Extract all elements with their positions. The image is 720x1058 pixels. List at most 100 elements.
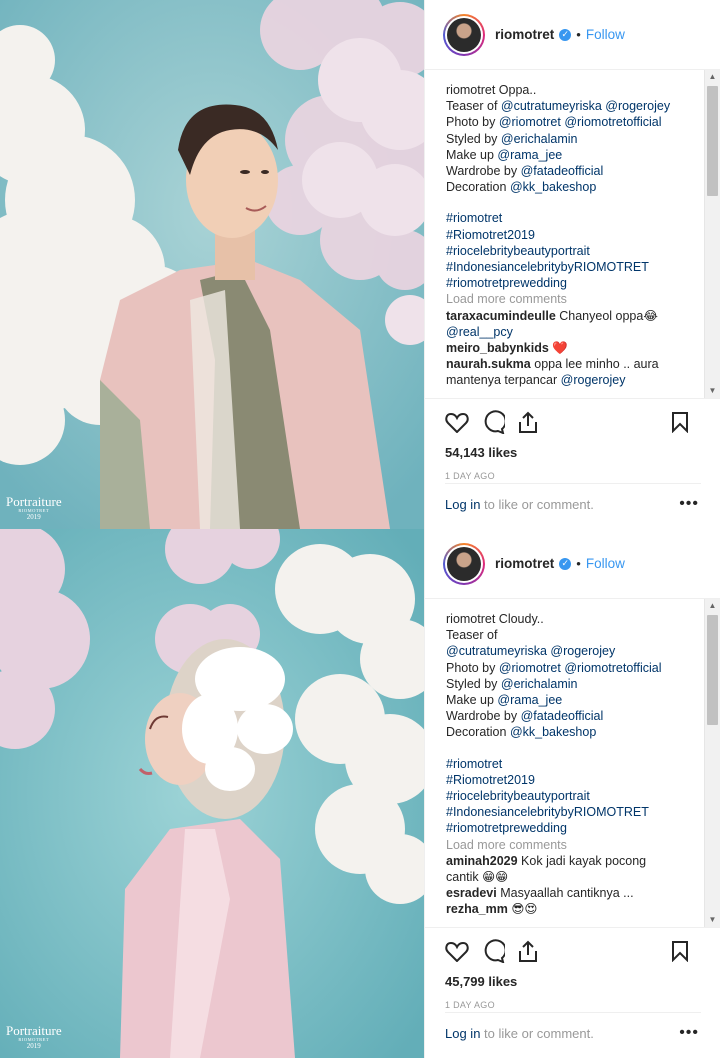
scroll-up-arrow-icon[interactable]: ▲ (705, 70, 720, 84)
scroll-down-arrow-icon[interactable]: ▼ (705, 384, 720, 398)
mention-link[interactable]: @rama_jee (497, 693, 562, 707)
post-actions: 54,143 likes 1 DAY AGO Log in to like or… (425, 398, 720, 529)
mention-link[interactable]: @erichalamin (501, 677, 578, 691)
divider (445, 1012, 701, 1013)
follow-button[interactable]: Follow (586, 556, 625, 571)
scroll-down-arrow-icon[interactable]: ▼ (705, 913, 720, 927)
comment-text: ❤️ (548, 341, 568, 356)
more-options-icon[interactable]: ••• (679, 1024, 699, 1042)
comment-text: oppa lee minho .. aura (530, 357, 659, 372)
load-more-comments-button[interactable]: Load more comments (446, 838, 567, 852)
mention-link[interactable]: @erichalamin (501, 132, 578, 146)
mention-link[interactable]: @cutratumeyriska (501, 99, 602, 113)
comment-line: Photo by @riomotret @riomotretofficial (446, 114, 703, 130)
comment-line: Load more comments (446, 837, 703, 853)
comment-line: #IndonesiancelebritybyRIOMOTRET (446, 804, 703, 820)
username[interactable]: riomotret (495, 556, 554, 571)
comments-scrollbar[interactable]: ▲ ▼ (704, 599, 720, 927)
post-photo-man-clouds[interactable]: Portraiture RIOMOTRET 2019 (0, 0, 424, 529)
hashtag-link[interactable]: #riomotret (446, 211, 502, 225)
separator-dot: • (576, 27, 581, 42)
mention-link[interactable]: @fatadeofficial (521, 164, 604, 178)
commenter-username[interactable]: meiro_babynkids (446, 341, 549, 355)
avatar-image (447, 546, 481, 581)
login-link[interactable]: Log in (445, 497, 480, 512)
mention-link[interactable]: @rogerojey (561, 373, 626, 387)
post-1: Portraiture RIOMOTRET 2019 riomotret ✓ •… (0, 0, 720, 529)
hashtag-link[interactable]: #riocelebritybeautyportrait (446, 244, 590, 258)
comment-line: aminah2029 Kok jadi kayak pocong (446, 853, 703, 869)
post-side-panel: riomotret ✓ • Follow riomotret Oppa.. Tea… (424, 0, 720, 529)
comments-list: riomotret Oppa.. Teaser of @cutratumeyris… (425, 70, 720, 398)
mention-link[interactable]: @cutratumeyriska (446, 644, 547, 658)
post-side-panel: riomotret ✓ • Follow riomotret Cloudy.. T… (424, 529, 720, 1058)
photo-illustration (0, 0, 424, 529)
hashtag-link[interactable]: #riomotretprewedding (446, 276, 567, 290)
comment-line: Make up @rama_jee (446, 147, 703, 163)
comment-line: Decoration @kk_bakeshop (446, 724, 703, 740)
verified-badge-icon: ✓ (559, 28, 572, 41)
avatar-image (447, 17, 481, 52)
comment-text: cantik 😁😁 (446, 870, 509, 885)
comment-icon[interactable] (481, 939, 505, 963)
mention-link[interactable]: @rogerojey (605, 99, 670, 113)
share-icon[interactable] (517, 410, 539, 434)
separator-dot: • (576, 556, 581, 571)
mention-link[interactable]: @rama_jee (497, 148, 562, 162)
mention-link[interactable]: @riomotretofficial (564, 661, 661, 675)
follow-button[interactable]: Follow (586, 27, 625, 42)
mention-link[interactable]: @rogerojey (550, 644, 615, 658)
mention-link[interactable]: @riomotretofficial (564, 115, 661, 129)
comment-line: #riomotretprewedding (446, 820, 703, 836)
mention-link[interactable]: @kk_bakeshop (510, 725, 596, 739)
post-time: 1 DAY AGO (445, 471, 495, 481)
mention-link[interactable]: @real__pcy (446, 325, 513, 339)
heart-icon[interactable] (445, 940, 469, 962)
hashtag-link[interactable]: #IndonesiancelebritybyRIOMOTRET (446, 260, 649, 274)
caption-gap (446, 741, 703, 756)
likes-count[interactable]: 45,799 likes (445, 974, 720, 989)
hashtag-link[interactable]: #Riomotret2019 (446, 773, 535, 787)
post-photo-woman-clouds[interactable]: Portraiture RIOMOTRET 2019 (0, 529, 424, 1058)
comments-scrollbar[interactable]: ▲ ▼ (704, 70, 720, 398)
username[interactable]: riomotret (495, 27, 554, 42)
mention-link[interactable]: @riomotret (499, 661, 561, 675)
hashtag-link[interactable]: #riomotret (446, 757, 502, 771)
hashtag-link[interactable]: #riomotretprewedding (446, 821, 567, 835)
login-link[interactable]: Log in (445, 1026, 480, 1041)
comment-line: #riomotretprewedding (446, 275, 703, 291)
hashtag-link[interactable]: #riocelebritybeautyportrait (446, 789, 590, 803)
bookmark-icon[interactable] (671, 411, 689, 433)
more-options-icon[interactable]: ••• (679, 495, 699, 513)
avatar[interactable] (443, 13, 485, 56)
bookmark-icon[interactable] (671, 940, 689, 962)
comment-icon[interactable] (481, 410, 505, 434)
photo-watermark: Portraiture RIOMOTRET 2019 (6, 1024, 62, 1051)
load-more-comments-button[interactable]: Load more comments (446, 292, 567, 306)
comment-line: rezha_mm 😎😍 (446, 901, 703, 917)
post-header: riomotret ✓ • Follow (425, 529, 720, 599)
mention-link[interactable]: @kk_bakeshop (510, 180, 596, 194)
commenter-username[interactable]: taraxacumindeulle (446, 309, 556, 323)
scroll-thumb[interactable] (707, 615, 718, 725)
comment-line: riomotret Cloudy.. (446, 611, 703, 627)
commenter-username[interactable]: esradevi (446, 886, 497, 900)
comment-line: Wardrobe by @fatadeofficial (446, 163, 703, 179)
share-icon[interactable] (517, 939, 539, 963)
mention-link[interactable]: @fatadeofficial (521, 709, 604, 723)
commenter-username[interactable]: aminah2029 (446, 854, 518, 868)
comment-line: riomotret Oppa.. (446, 82, 703, 98)
hashtag-link[interactable]: #IndonesiancelebritybyRIOMOTRET (446, 805, 649, 819)
likes-count[interactable]: 54,143 likes (445, 445, 720, 460)
mention-link[interactable]: @riomotret (499, 115, 561, 129)
scroll-thumb[interactable] (707, 86, 718, 196)
scroll-up-arrow-icon[interactable]: ▲ (705, 599, 720, 613)
heart-icon[interactable] (445, 411, 469, 433)
watermark-title: Portraiture (6, 493, 62, 509)
commenter-username[interactable]: naurah.sukma (446, 357, 531, 371)
comment-text: Wardrobe by (446, 164, 521, 179)
avatar[interactable] (443, 542, 485, 585)
comment-line: Styled by @erichalamin (446, 131, 703, 147)
hashtag-link[interactable]: #Riomotret2019 (446, 228, 535, 242)
commenter-username[interactable]: rezha_mm (446, 902, 508, 916)
